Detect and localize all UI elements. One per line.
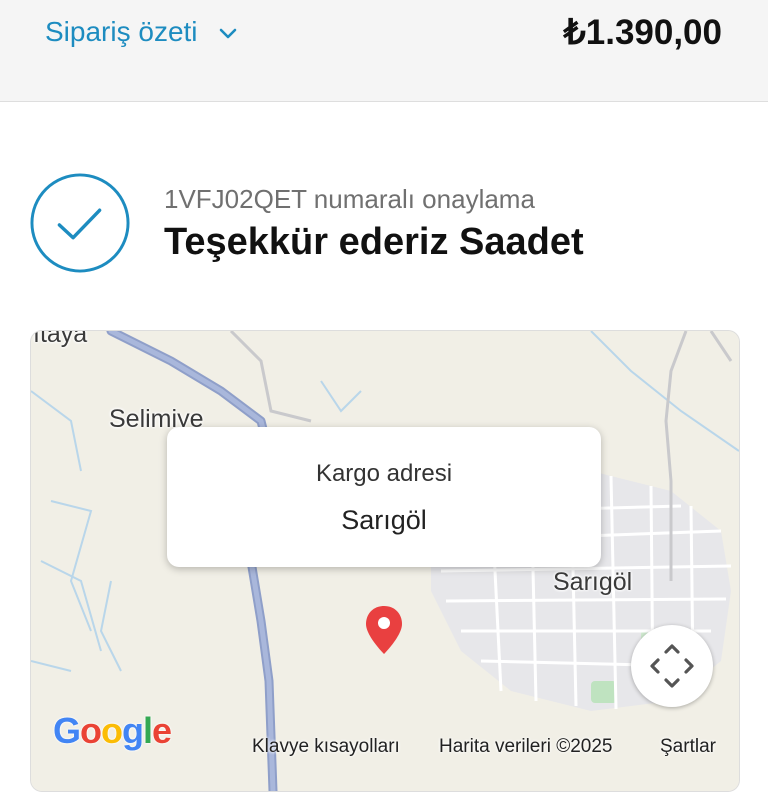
thank-you-heading: Teşekkür ederiz Saadet <box>164 221 584 263</box>
confirmation-number: 1VFJ02QET numaralı onaylama <box>164 184 535 214</box>
google-logo: Google <box>53 710 172 751</box>
shipping-address-title: Kargo adresi <box>315 460 453 487</box>
keyboard-shortcuts-link[interactable]: Klavye kısayolları <box>252 736 400 758</box>
order-summary-label: Sipariş özeti <box>45 16 198 47</box>
shipping-address-popup: Kargo adresi Sarıgöl <box>167 427 601 567</box>
map-place-label: Sarıgöl <box>553 568 633 596</box>
order-summary-toggle[interactable]: Sipariş özeti <box>45 16 238 48</box>
chevron-down-icon <box>219 28 236 39</box>
recenter-icon <box>650 644 694 688</box>
shipping-map[interactable]: ıtaya Selimiye Sarıgöl Kargo adresi Sarı… <box>30 330 740 792</box>
terms-link[interactable]: Şartlar <box>660 736 716 758</box>
shipping-address-city: Sarıgöl <box>341 505 427 535</box>
check-circle-icon <box>30 173 130 273</box>
location-pin-icon <box>366 606 402 654</box>
map-data-link[interactable]: Harita verileri ©2025 <box>439 736 612 758</box>
order-total: ₺1.390,00 <box>563 13 722 52</box>
recenter-map-button[interactable] <box>631 625 713 707</box>
order-summary-bar: Sipariş özeti ₺1.390,00 <box>0 0 768 102</box>
map-place-label: ıtaya <box>33 330 88 348</box>
